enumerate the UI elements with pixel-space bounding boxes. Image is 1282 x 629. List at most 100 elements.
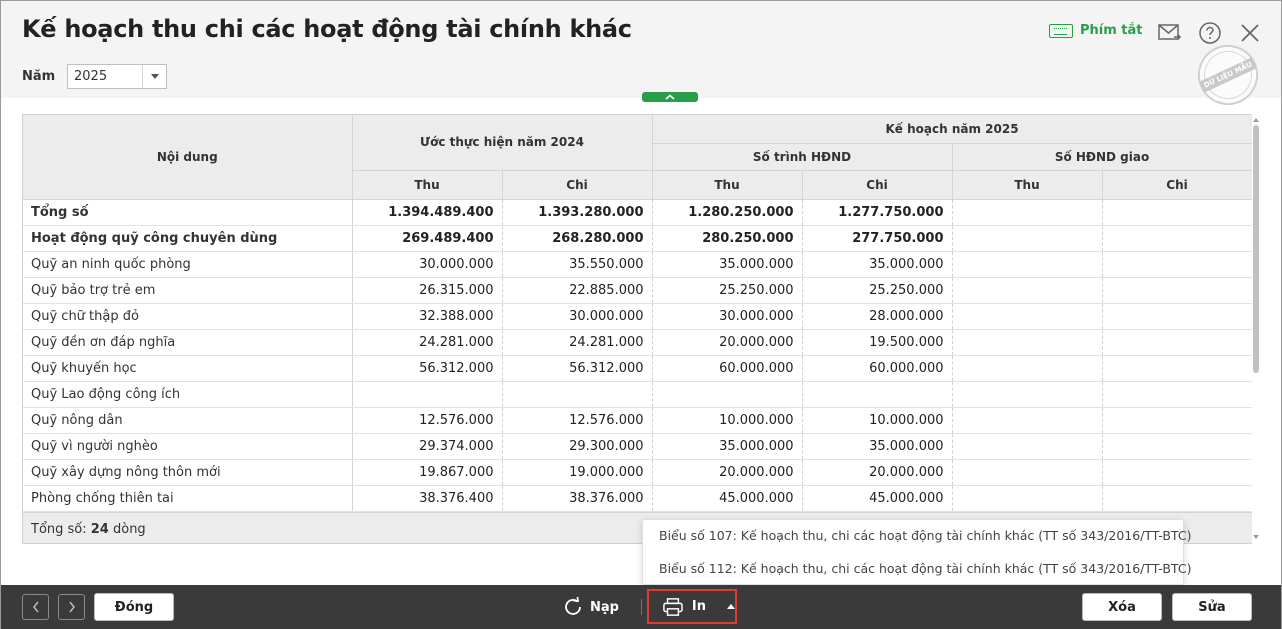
row-value-c5 bbox=[952, 277, 1103, 304]
row-value-c5 bbox=[952, 485, 1103, 512]
header-content: Nội dung bbox=[23, 115, 353, 200]
collapse-toggle[interactable] bbox=[642, 92, 698, 102]
row-name: Quỹ an ninh quốc phòng bbox=[23, 251, 353, 278]
table-row[interactable]: Hoạt động quỹ công chuyên dùng 269.489.40… bbox=[23, 225, 1252, 252]
print-label: In bbox=[691, 599, 706, 614]
row-value-c4: 60.000.000 bbox=[802, 355, 953, 382]
row-value-c4 bbox=[802, 381, 953, 408]
table-row[interactable]: Quỹ vì người nghèo 29.374.000 29.300.000 35… bbox=[23, 433, 1252, 460]
scroll-thumb[interactable] bbox=[1253, 125, 1259, 373]
header-submitted: Số trình HĐND bbox=[652, 143, 953, 171]
table-row[interactable]: Quỹ xây dựng nông thôn mới 19.867.000 19.0… bbox=[23, 459, 1252, 486]
table-body: Tổng số 1.394.489.400 1.393.280.000 1.280.2… bbox=[23, 199, 1252, 512]
sample-data-stamp: DỮ LIỆU MẪU bbox=[1188, 35, 1268, 115]
row-value-c5 bbox=[952, 329, 1103, 356]
header-thu: Thu bbox=[952, 170, 1103, 200]
shortcut-button[interactable]: Phím tắt bbox=[1049, 23, 1143, 38]
edit-button[interactable]: Sửa bbox=[1172, 593, 1252, 621]
row-value-c4: 1.277.750.000 bbox=[802, 199, 953, 226]
year-label: Năm bbox=[22, 69, 56, 84]
plan-table: Nội dung Ước thực hiện năm 2024 Kế hoạch… bbox=[23, 115, 1252, 512]
print-button[interactable]: In bbox=[647, 589, 737, 624]
keyboard-icon bbox=[1049, 23, 1073, 38]
summary-suffix: dòng bbox=[108, 521, 146, 537]
year-value: 2025 bbox=[74, 69, 108, 84]
row-name: Hoạt động quỹ công chuyên dùng bbox=[23, 225, 353, 252]
row-value-c6 bbox=[1102, 329, 1252, 356]
table-row[interactable]: Quỹ nông dân 12.576.000 12.576.000 10.000.0… bbox=[23, 407, 1252, 434]
row-name: Quỹ chữ thập đỏ bbox=[23, 303, 353, 330]
row-value-c1: 26.315.000 bbox=[352, 277, 503, 304]
table-row[interactable]: Quỹ Lao động công ích bbox=[23, 381, 1252, 408]
row-value-c6 bbox=[1102, 277, 1252, 304]
row-value-c5 bbox=[952, 433, 1103, 460]
close-icon[interactable] bbox=[1238, 21, 1262, 45]
row-value-c3: 280.250.000 bbox=[652, 225, 803, 252]
row-value-c3: 60.000.000 bbox=[652, 355, 803, 382]
help-icon[interactable] bbox=[1198, 21, 1222, 45]
row-value-c1: 12.576.000 bbox=[352, 407, 503, 434]
table-row[interactable]: Quỹ bảo trợ trẻ em 26.315.000 22.885.000 25… bbox=[23, 277, 1252, 304]
print-menu: Biểu số 107: Kế hoạch thu, chi các hoạt … bbox=[642, 519, 1191, 585]
plan-window: Kế hoạch thu chi các hoạt động tài chính… bbox=[0, 0, 1282, 629]
footer-bar: Đóng Nạp In Xóa Sửa bbox=[1, 585, 1281, 629]
row-value-c1: 30.000.000 bbox=[352, 251, 503, 278]
row-value-c4: 28.000.000 bbox=[802, 303, 953, 330]
print-menu-item-112[interactable]: Biểu số 112: Kế hoạch thu, chi các hoạt … bbox=[643, 553, 1191, 584]
separator bbox=[641, 599, 642, 615]
table-row[interactable]: Quỹ đền ơn đáp nghĩa 24.281.000 24.281.000… bbox=[23, 329, 1252, 356]
table-row[interactable]: Phòng chống thiên tai 38.376.400 38.376.00… bbox=[23, 485, 1252, 512]
header-assigned: Số HĐND giao bbox=[952, 143, 1252, 171]
next-button[interactable] bbox=[58, 594, 85, 620]
row-value-c5 bbox=[952, 251, 1103, 278]
row-value-c3: 20.000.000 bbox=[652, 329, 803, 356]
vertical-scrollbar[interactable] bbox=[1252, 114, 1262, 544]
row-value-c5 bbox=[952, 199, 1103, 226]
header-thu: Thu bbox=[652, 170, 803, 200]
row-name: Phòng chống thiên tai bbox=[23, 485, 353, 512]
table-row[interactable]: Quỹ khuyến học 56.312.000 56.312.000 60.000… bbox=[23, 355, 1252, 382]
row-value-c1: 19.867.000 bbox=[352, 459, 503, 486]
close-button[interactable]: Đóng bbox=[94, 593, 174, 621]
header-chi: Chi bbox=[502, 170, 653, 200]
row-value-c3 bbox=[652, 381, 803, 408]
row-value-c2: 268.280.000 bbox=[502, 225, 653, 252]
row-value-c1: 24.281.000 bbox=[352, 329, 503, 356]
table-row[interactable]: Tổng số 1.394.489.400 1.393.280.000 1.280.2… bbox=[23, 199, 1252, 226]
row-value-c2: 19.000.000 bbox=[502, 459, 653, 486]
row-value-c5 bbox=[952, 381, 1103, 408]
chevron-down-icon[interactable] bbox=[142, 65, 166, 88]
chevron-left-icon bbox=[32, 601, 39, 613]
row-value-c3: 20.000.000 bbox=[652, 459, 803, 486]
year-select[interactable]: 2025 bbox=[67, 64, 167, 89]
header-plan-2025: Kế hoạch năm 2025 bbox=[652, 115, 1252, 144]
scroll-up-icon[interactable] bbox=[1253, 118, 1259, 122]
prev-button[interactable] bbox=[22, 594, 49, 620]
header-thu: Thu bbox=[352, 170, 503, 200]
row-value-c2: 29.300.000 bbox=[502, 433, 653, 460]
row-name: Quỹ Lao động công ích bbox=[23, 381, 353, 408]
print-menu-item-107[interactable]: Biểu số 107: Kế hoạch thu, chi các hoạt … bbox=[643, 520, 1191, 551]
shortcut-label: Phím tắt bbox=[1080, 23, 1143, 38]
row-value-c3: 45.000.000 bbox=[652, 485, 803, 512]
row-value-c1: 38.376.400 bbox=[352, 485, 503, 512]
row-value-c6 bbox=[1102, 485, 1252, 512]
row-value-c5 bbox=[952, 225, 1103, 252]
table-row[interactable]: Quỹ chữ thập đỏ 32.388.000 30.000.000 30.00… bbox=[23, 303, 1252, 330]
scroll-down-icon[interactable] bbox=[1253, 535, 1259, 539]
table-row[interactable]: Quỹ an ninh quốc phòng 30.000.000 35.550.0… bbox=[23, 251, 1252, 278]
caret-up-icon[interactable] bbox=[727, 604, 735, 609]
row-value-c5 bbox=[952, 407, 1103, 434]
row-value-c6 bbox=[1102, 303, 1252, 330]
data-grid: Nội dung Ước thực hiện năm 2024 Kế hoạch… bbox=[22, 114, 1252, 544]
row-value-c3: 10.000.000 bbox=[652, 407, 803, 434]
row-value-c6 bbox=[1102, 407, 1252, 434]
feedback-mail-icon[interactable] bbox=[1158, 21, 1182, 45]
delete-button[interactable]: Xóa bbox=[1082, 593, 1162, 621]
row-value-c4: 277.750.000 bbox=[802, 225, 953, 252]
reload-button[interactable]: Nạp bbox=[562, 596, 619, 618]
row-value-c1 bbox=[352, 381, 503, 408]
printer-icon bbox=[663, 597, 683, 616]
row-name: Quỹ khuyến học bbox=[23, 355, 353, 382]
row-name: Quỹ nông dân bbox=[23, 407, 353, 434]
